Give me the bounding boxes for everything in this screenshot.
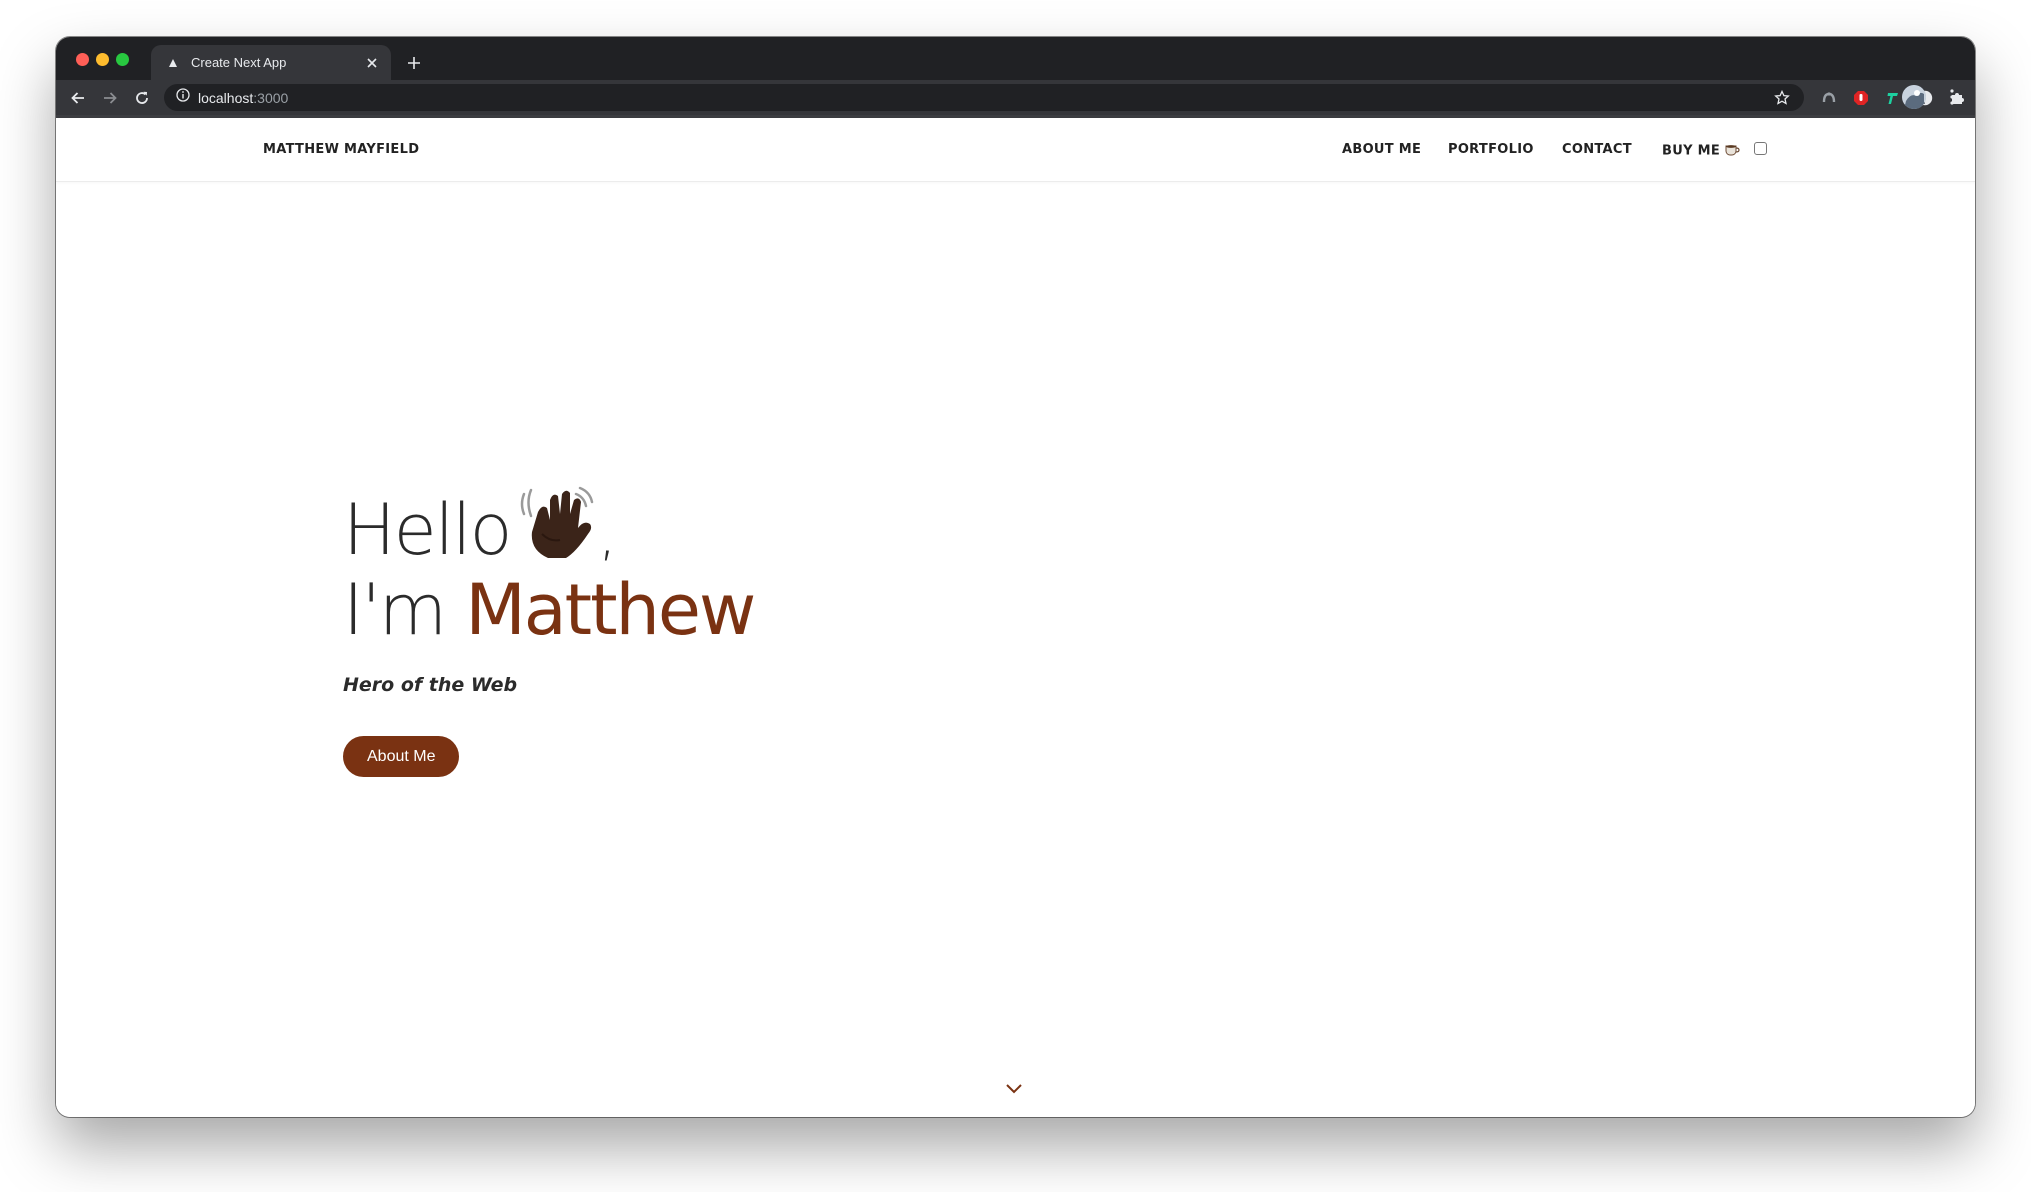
hero-name: Matthew [465, 569, 756, 651]
browser-tab[interactable]: Create Next App [151, 45, 391, 80]
browser-window: Create Next App localhost:3000 MATTHEW M… [56, 37, 1975, 1117]
maximize-window-button[interactable] [116, 53, 129, 66]
minimize-window-button[interactable] [96, 53, 109, 66]
waving-hand-icon [520, 484, 598, 574]
close-tab-icon[interactable] [363, 54, 381, 72]
close-window-button[interactable] [76, 53, 89, 66]
browser-menu-icon[interactable] [1944, 84, 1960, 110]
back-arrow-icon[interactable] [65, 85, 91, 111]
theme-toggle-checkbox[interactable] [1754, 142, 1767, 155]
nav-portfolio[interactable]: PORTFOLIO [1448, 142, 1534, 157]
hero-section: Hello , I'm Matthew Hero of the Web Abou… [343, 484, 756, 777]
adblock-extension-icon[interactable] [1848, 85, 1874, 111]
nav-about-me[interactable]: ABOUT ME [1342, 142, 1421, 157]
profile-avatar[interactable] [1902, 85, 1926, 109]
reload-icon[interactable] [129, 85, 155, 111]
tab-strip: Create Next App [56, 37, 1975, 80]
nav-contact[interactable]: CONTACT [1562, 142, 1632, 157]
tab-title: Create Next App [191, 55, 287, 70]
bookmark-star-icon[interactable] [1772, 88, 1792, 108]
site-header: MATTHEW MAYFIELD ABOUT ME PORTFOLIO CONT… [56, 118, 1975, 182]
browser-toolbar: localhost:3000 [56, 80, 1975, 115]
hero-tagline: Hero of the Web [343, 674, 518, 696]
site-info-icon[interactable] [176, 88, 190, 107]
address-bar[interactable]: localhost:3000 [164, 84, 1804, 111]
extension-grey-icon[interactable] [1816, 85, 1842, 111]
hero-greeting: Hello , [343, 484, 754, 574]
about-me-button[interactable]: About Me [343, 736, 460, 777]
new-tab-button[interactable] [401, 50, 427, 76]
site-brand[interactable]: MATTHEW MAYFIELD [263, 142, 419, 157]
nav-buy-me[interactable]: BUY ME [1662, 142, 1740, 160]
url-text: localhost:3000 [198, 89, 289, 106]
web-page: MATTHEW MAYFIELD ABOUT ME PORTFOLIO CONT… [56, 118, 1975, 1117]
coffee-icon [1724, 142, 1740, 160]
hero-intro: I'm Matthew [343, 569, 756, 651]
chevron-down-icon[interactable] [1004, 1082, 1024, 1096]
forward-arrow-icon[interactable] [97, 85, 123, 111]
nextjs-favicon-icon [165, 55, 181, 71]
